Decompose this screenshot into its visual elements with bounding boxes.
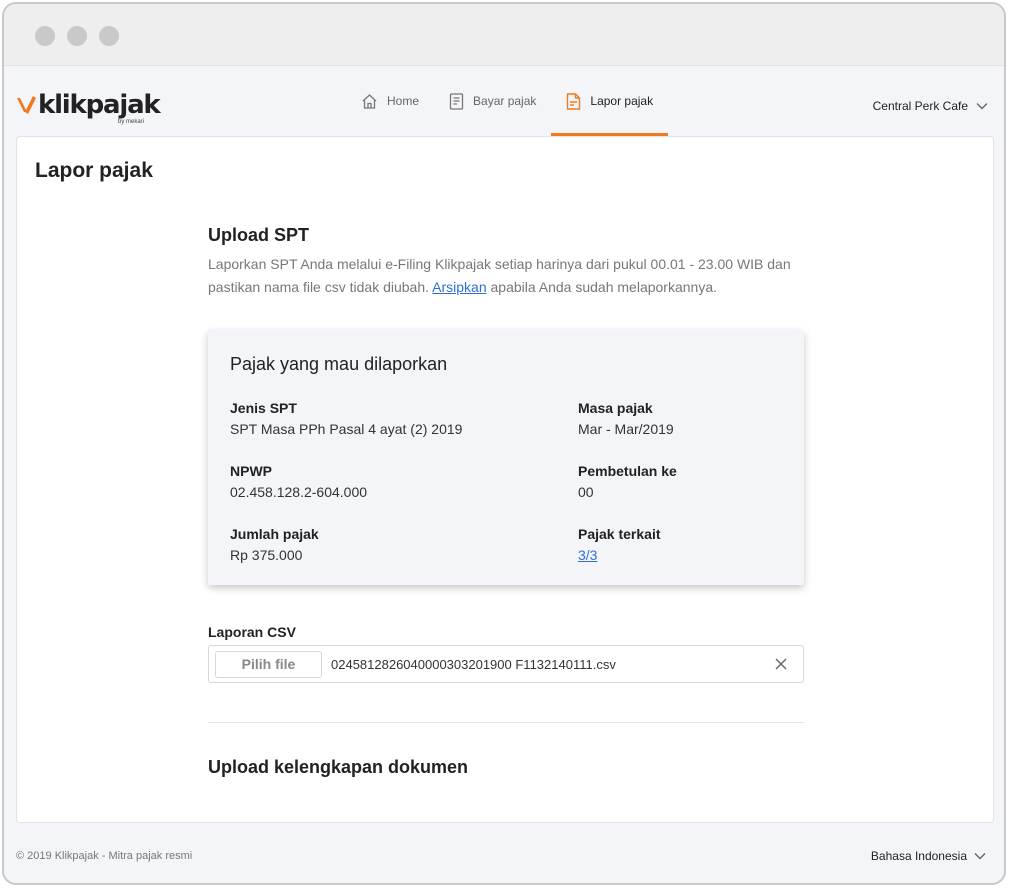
field-npwp: NPWP 02.458.128.2-604.000	[230, 463, 367, 500]
field-masa-pajak: Masa pajak Mar - Mar/2019	[578, 400, 674, 437]
csv-label: Laporan CSV	[208, 624, 296, 640]
nav-item-home[interactable]: Home	[344, 66, 434, 136]
masa-pajak-label: Masa pajak	[578, 400, 653, 416]
choose-file-button[interactable]: Pilih file	[215, 650, 322, 678]
npwp-label: NPWP	[230, 463, 272, 479]
clear-file-button[interactable]	[775, 658, 787, 670]
summary-title: Pajak yang mau dilaporkan	[230, 354, 448, 374]
language-label: Bahasa Indonesia	[870, 849, 967, 863]
field-pembetulan: Pembetulan ke 00	[578, 463, 677, 500]
page-title: Lapor pajak	[35, 159, 153, 182]
klikpajak-logo[interactable]: klikpajak by mekari	[16, 90, 161, 125]
chevron-down-icon	[974, 853, 986, 860]
logo-tagline: by mekari	[118, 119, 145, 125]
masa-pajak-value: Mar - Mar/2019	[578, 421, 674, 437]
field-jenis-spt: Jenis SPT SPT Masa PPh Pasal 4 ayat (2) …	[230, 400, 462, 437]
field-jumlah-pajak: Jumlah pajak Rp 375.000	[230, 526, 319, 563]
section-divider	[208, 722, 804, 723]
csv-file-name: 02458128260400003032019​00 F1132140111.c…	[331, 656, 616, 672]
pajak-terkait-link[interactable]: 3/3	[578, 547, 661, 563]
pembetulan-label: Pembetulan ke	[578, 463, 677, 479]
logo-wordmark: klikpajak	[38, 90, 161, 120]
field-pajak-terkait: Pajak terkait 3/3	[578, 526, 661, 563]
report-document-icon	[567, 92, 581, 110]
window-minimize-button[interactable]	[67, 26, 87, 46]
footer-copyright: © 2019 Klikpajak - Mitra pajak resmi	[16, 850, 193, 862]
csv-file-input[interactable]: Pilih file 02458128260400003032019​00 F1…	[208, 645, 804, 683]
pembetulan-value: 00	[578, 484, 594, 500]
nav-bayar-label: Bayar pajak	[473, 94, 537, 108]
upload-documents-title: Upload kelengkapan dokumen	[208, 757, 469, 777]
nav-home-label: Home	[387, 94, 420, 108]
language-selector[interactable]: Bahasa Indonesia	[871, 849, 986, 863]
jumlah-pajak-value: Rp 375.000	[230, 547, 303, 563]
app-header: klikpajak by mekari Home Bayar pajak Lap…	[4, 66, 1004, 136]
browser-window: klikpajak by mekari Home Bayar pajak Lap…	[2, 2, 1006, 885]
nav-item-lapor-pajak[interactable]: Lapor pajak	[551, 66, 668, 136]
upload-spt-title: Upload SPT	[208, 225, 310, 245]
main-navigation: Home Bayar pajak Lapor pajak	[344, 66, 668, 136]
klikpajak-check-icon	[17, 96, 36, 114]
account-name: Central Perk Cafe	[872, 99, 968, 113]
window-maximize-button[interactable]	[99, 26, 119, 46]
account-switcher[interactable]: Central Perk Cafe	[873, 99, 988, 113]
tax-summary-panel: Pajak yang mau dilaporkan Jenis SPT SPT …	[208, 330, 804, 585]
chevron-down-icon	[976, 103, 988, 110]
desc-text-2: apabila Anda sudah melaporkannya.	[490, 279, 718, 295]
close-icon	[775, 658, 787, 670]
jenis-spt-label: Jenis SPT	[230, 400, 297, 416]
upload-description: Laporkan SPT Anda melalui e-Filing Klikp…	[208, 253, 808, 299]
nav-item-bayar-pajak[interactable]: Bayar pajak	[434, 66, 551, 136]
window-titlebar	[4, 4, 1004, 66]
arsipkan-link[interactable]: Arsipkan	[432, 279, 486, 295]
home-icon	[362, 93, 377, 109]
pajak-terkait-label: Pajak terkait	[578, 526, 661, 542]
jumlah-pajak-label: Jumlah pajak	[230, 526, 319, 542]
npwp-value: 02.458.128.2-604.000	[230, 484, 368, 500]
receipt-icon	[449, 92, 464, 110]
window-close-button[interactable]	[35, 26, 55, 46]
main-card: Lapor pajak Upload SPT Laporkan SPT Anda…	[16, 136, 994, 823]
nav-lapor-label: Lapor pajak	[590, 94, 654, 108]
jenis-spt-value: SPT Masa PPh Pasal 4 ayat (2) 2019	[230, 421, 463, 437]
